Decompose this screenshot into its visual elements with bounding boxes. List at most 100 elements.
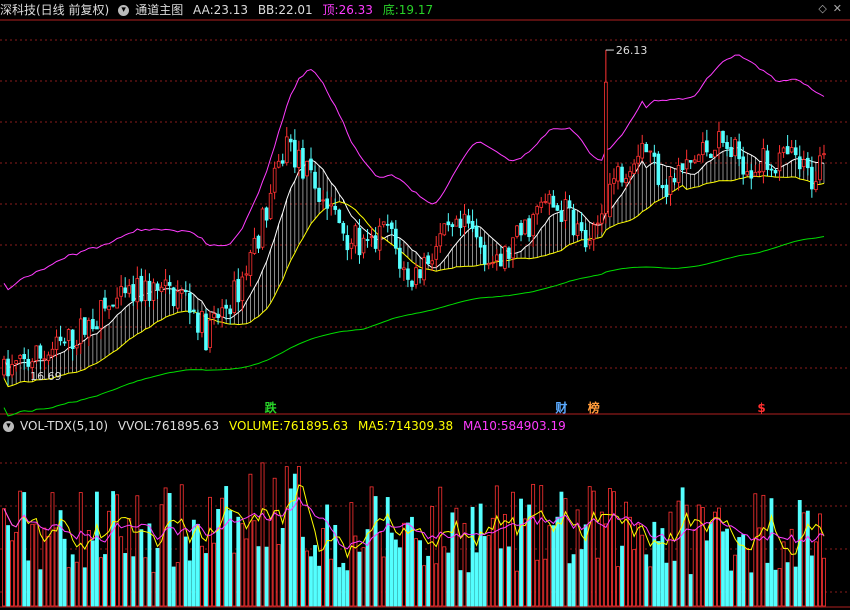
volume-bar	[135, 495, 140, 607]
event-marker: 财	[554, 400, 567, 415]
volume-bar	[123, 553, 128, 607]
lower-band-line	[3, 175, 825, 388]
volume-bar	[801, 512, 806, 607]
candle-body	[54, 336, 59, 350]
candle-body	[62, 341, 67, 344]
vvol-label: VVOL:	[117, 419, 155, 433]
volume-bar	[559, 491, 564, 607]
volume-bar	[579, 549, 584, 607]
candle-body	[616, 166, 620, 182]
volume-bar	[595, 557, 600, 607]
candle-body	[167, 282, 172, 286]
volume-bar	[551, 525, 556, 607]
low-price-label: 16.69	[30, 370, 61, 383]
volume-bar	[58, 510, 63, 607]
volume-bar	[753, 493, 758, 607]
candle-body	[822, 153, 826, 156]
volume-bar	[103, 554, 107, 607]
volume-bar	[341, 562, 346, 607]
chevron-down-icon[interactable]: ▾	[118, 5, 130, 16]
candle-body	[490, 262, 495, 265]
bottom-label: 底:	[382, 3, 399, 17]
candle-body	[741, 156, 746, 175]
volume-bar	[692, 529, 697, 607]
volume-bar	[119, 536, 124, 607]
volume-bar	[18, 490, 23, 607]
volume-bar	[365, 529, 370, 607]
ma10-label: MA10:	[463, 419, 501, 433]
volume-bar	[10, 540, 15, 607]
ma5-label: MA5:	[358, 419, 389, 433]
diamond-icon[interactable]: ◇	[818, 2, 826, 15]
candle-body	[135, 278, 140, 303]
volume-bar	[672, 560, 677, 607]
candle-body	[636, 155, 640, 164]
volume-value: 761895.63	[283, 419, 349, 433]
candle-body	[305, 160, 309, 177]
volume-bar	[240, 523, 245, 607]
candle-body	[22, 354, 27, 360]
candle-body	[38, 345, 43, 359]
indicator-name[interactable]: 通道主图	[135, 3, 183, 17]
candle-body	[272, 167, 277, 193]
close-icon[interactable]: ✕	[833, 2, 842, 15]
volume-bar	[127, 518, 132, 607]
candle-body	[341, 222, 346, 234]
volume-bar	[652, 521, 657, 607]
volume-bar	[430, 506, 435, 607]
volume-bar	[349, 502, 354, 607]
candle-body	[183, 290, 188, 293]
volume-bar	[450, 512, 455, 607]
chevron-down-icon[interactable]: ▾	[3, 421, 14, 432]
volume-bar	[272, 477, 277, 607]
volume-bar	[603, 523, 608, 607]
volume-bar	[220, 497, 225, 607]
volume-bar	[474, 552, 479, 607]
volume-bar	[708, 522, 713, 607]
volume-bar	[357, 551, 362, 607]
volume-bar	[325, 504, 330, 607]
candle-body	[196, 312, 200, 333]
candle-body	[555, 205, 560, 211]
volume-bar	[309, 556, 313, 607]
vol-indicator-name[interactable]: VOL-TDX(5,10)	[20, 419, 108, 433]
candle-body	[163, 279, 168, 286]
candle-body	[293, 139, 297, 168]
candle-body	[345, 235, 350, 251]
candle-body	[753, 171, 758, 177]
candle-body	[119, 286, 123, 297]
volume-bar	[361, 547, 366, 607]
volume-bar	[38, 569, 43, 607]
candle-body	[482, 244, 487, 265]
candle-body	[765, 150, 770, 170]
candle-body	[801, 159, 806, 168]
volume-bar	[107, 510, 111, 607]
candle-body	[377, 225, 382, 251]
candle-body	[240, 276, 245, 302]
candle-body	[337, 209, 342, 224]
candle-body	[14, 360, 18, 364]
candle-body	[200, 311, 204, 333]
volume-bar	[785, 562, 790, 607]
volume-bar	[777, 568, 782, 607]
top-label: 顶:	[322, 3, 339, 17]
candle-body	[46, 354, 51, 361]
volume-bar	[470, 506, 475, 607]
volume-bar	[644, 554, 649, 607]
candle-body	[571, 209, 576, 236]
event-marker: 榜	[588, 400, 600, 415]
candle-body	[333, 205, 338, 210]
volume-bar	[547, 525, 552, 607]
candle-body	[648, 150, 653, 153]
volume-bar	[284, 466, 289, 607]
volume-bar	[329, 558, 334, 607]
volume-bar	[183, 536, 188, 607]
stock-title[interactable]: 深科技(日线 前复权)	[0, 3, 109, 17]
candle-body	[705, 140, 709, 153]
volume-bar	[482, 536, 487, 607]
volume-bar	[515, 570, 519, 607]
candle-body	[220, 307, 224, 318]
volume-bar	[232, 552, 237, 607]
candle-body	[539, 201, 544, 208]
candle-body	[175, 291, 180, 309]
